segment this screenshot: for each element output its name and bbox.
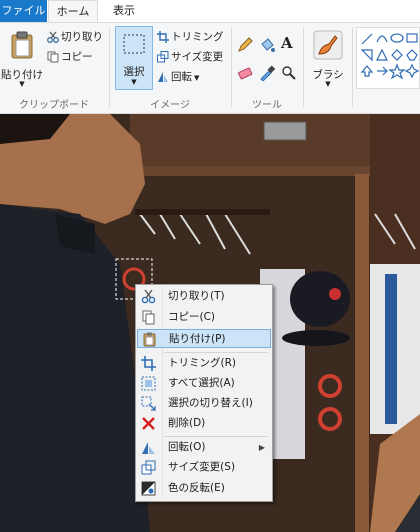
menu-item-label: コピー(C) [168,311,216,323]
delete-x-icon [142,417,155,430]
menu-item-label: サイズ変更(S) [168,461,236,473]
crop-label: トリミング [171,31,224,43]
resize-button[interactable]: サイズ変更 [157,49,223,66]
group-divider [231,27,232,107]
eraser-icon[interactable] [237,65,253,81]
menu-item-label: 切り取り(T) [168,290,225,302]
resize-label: サイズ変更 [171,51,224,63]
menu-item-copy[interactable]: コピー(C) [137,308,271,327]
group-divider [109,27,110,107]
fill-bucket-icon[interactable] [259,37,275,53]
tab-view[interactable]: 表示 [102,0,146,22]
select-all-icon [141,376,156,391]
group-label-clipboard: クリップボード [19,100,89,111]
copy-button[interactable]: コピー [47,49,93,66]
menu-item-select-all[interactable]: すべて選択(A) [137,374,271,393]
group-divider [303,27,304,107]
scissors-icon [47,31,59,43]
group-label-tools: ツール [252,100,282,111]
menu-item-label: 貼り付け(P) [169,333,226,345]
color-picker-icon[interactable] [259,65,275,81]
menu-item-resize[interactable]: サイズ変更(S) [137,458,271,477]
menu-item-paste[interactable]: 貼り付け(P) [137,329,271,348]
copy-icon [47,51,59,63]
crop-icon [157,31,169,43]
group-label-image: イメージ [150,100,190,111]
menu-item-cut[interactable]: 切り取り(T) [137,287,271,306]
paste-icon [143,332,156,347]
brush-button[interactable]: ブラシ ▼ [308,27,348,89]
paste-icon [11,31,33,59]
menu-item-invert-selection[interactable]: 選択の切り替え(I) [137,394,271,413]
menu-item-rotate[interactable]: 回転(O) ▶ [137,438,271,457]
select-button[interactable]: 選択 ▼ [115,26,153,90]
invert-selection-icon [141,396,156,411]
rotate-icon [158,72,168,82]
rotate-button[interactable]: 回転 ▼ [157,69,199,86]
ribbon: 貼り付け ▼ 切り取り コピー クリップボード 選択 ▼ トリミング サイズ変更… [0,23,420,114]
brush-icon [313,30,343,60]
text-tool-icon[interactable]: A [281,34,293,52]
menu-item-label: 回転(O) [168,441,206,453]
select-rectangle-icon [123,34,145,54]
rotate-label: 回転 [171,71,192,83]
magnifier-icon[interactable] [281,65,297,81]
submenu-arrow-icon: ▶ [258,443,265,452]
menu-separator [164,352,268,353]
shapes-gallery[interactable] [356,27,420,89]
copy-icon [142,310,155,325]
ribbon-tab-bar: ファイル ホーム 表示 [0,0,420,23]
crop-button[interactable]: トリミング [157,29,224,46]
context-menu: 切り取り(T) コピー(C) 貼り付け(P) トリミング(R) すべて選択(A)… [135,284,273,502]
chevron-down-icon: ▼ [325,80,331,88]
resize-icon [157,51,169,63]
menu-separator [164,436,268,437]
rotate-icon [142,442,155,454]
scissors-icon [141,289,156,304]
tab-home[interactable]: ホーム [48,0,98,22]
menu-item-label: 選択の切り替え(I) [168,397,253,409]
chevron-down-icon: ▼ [131,78,137,86]
select-label: 選択 [123,66,145,78]
cut-label: 切り取り [61,31,103,43]
menu-item-label: すべて選択(A) [168,377,235,389]
resize-icon [141,460,156,475]
group-divider [352,27,353,107]
menu-item-crop[interactable]: トリミング(R) [137,354,271,373]
menu-item-label: 色の反転(E) [168,482,225,494]
invert-color-icon [141,481,156,496]
menu-item-invert-color[interactable]: 色の反転(E) [137,479,271,498]
menu-item-delete[interactable]: 削除(D) [137,414,271,433]
cut-button[interactable]: 切り取り [47,29,103,46]
chevron-down-icon: ▼ [194,74,200,82]
menu-item-label: 削除(D) [168,417,206,429]
pencil-icon[interactable] [237,37,253,53]
copy-label: コピー [61,51,93,63]
menu-item-label: トリミング(R) [168,357,236,369]
tab-file[interactable]: ファイル [0,0,47,22]
shapes-icon [360,33,420,80]
chevron-down-icon: ▼ [19,80,25,88]
crop-icon [141,356,156,371]
paste-button[interactable]: 貼り付け ▼ [1,27,43,89]
